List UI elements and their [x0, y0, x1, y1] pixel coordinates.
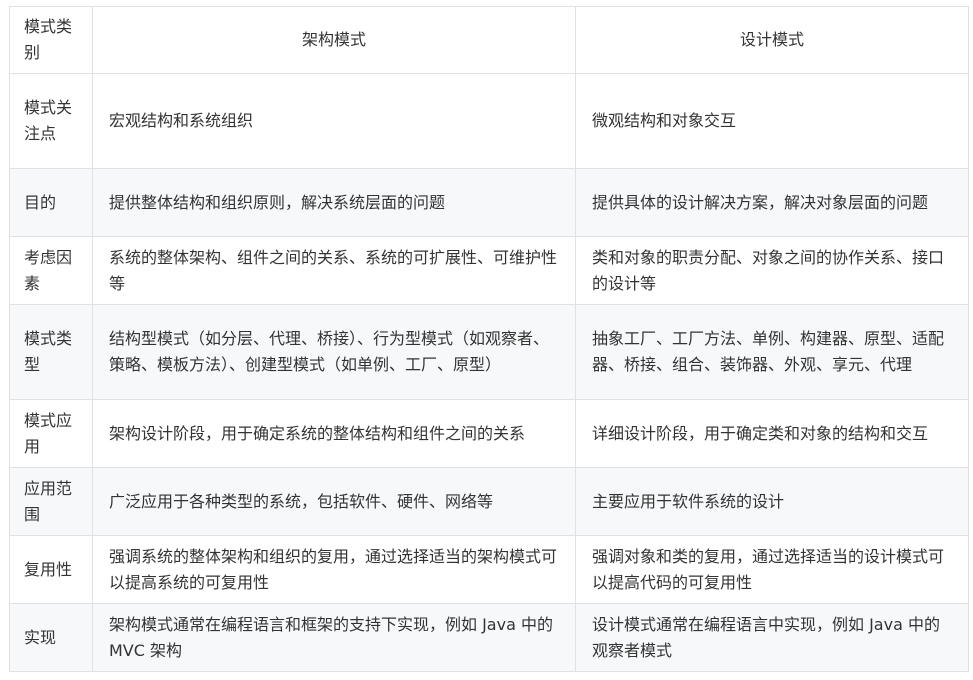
design-cell: 设计模式通常在编程语言中实现，例如 Java 中的观察者模式 — [575, 603, 969, 672]
design-cell: 微观结构和对象交互 — [575, 73, 969, 169]
row-label: 模式类型 — [9, 304, 93, 400]
table-row: 复用性 强调系统的整体架构和组织的复用，通过选择适当的架构模式可以提高系统的可复… — [9, 535, 969, 604]
row-label: 考虑因素 — [9, 236, 93, 305]
table-row: 模式应用 架构设计阶段，用于确定系统的整体结构和组件之间的关系 详细设计阶段，用… — [9, 399, 969, 468]
row-label: 模式应用 — [9, 399, 93, 468]
design-cell: 抽象工厂、工厂方法、单例、构建器、原型、适配器、桥接、组合、装饰器、外观、享元、… — [575, 304, 969, 400]
header-design-pattern: 设计模式 — [575, 6, 969, 74]
table-row: 实现 架构模式通常在编程语言和框架的支持下实现，例如 Java 中的 MVC 架… — [9, 603, 969, 672]
row-label: 模式关注点 — [9, 73, 93, 169]
design-cell: 提供具体的设计解决方案，解决对象层面的问题 — [575, 168, 969, 237]
architecture-cell: 架构设计阶段，用于确定系统的整体结构和组件之间的关系 — [92, 399, 576, 468]
header-row: 模式类别 架构模式 设计模式 — [9, 6, 969, 74]
design-cell: 强调对象和类的复用，通过选择适当的设计模式可以提高代码的可复用性 — [575, 535, 969, 604]
table-row: 考虑因素 系统的整体架构、组件之间的关系、系统的可扩展性、可维护性等 类和对象的… — [9, 236, 969, 305]
design-cell: 类和对象的职责分配、对象之间的协作关系、接口的设计等 — [575, 236, 969, 305]
table-row: 模式关注点 宏观结构和系统组织 微观结构和对象交互 — [9, 73, 969, 169]
table-body: 模式关注点 宏观结构和系统组织 微观结构和对象交互 目的 提供整体结构和组织原则… — [9, 73, 969, 672]
architecture-cell: 提供整体结构和组织原则，解决系统层面的问题 — [92, 168, 576, 237]
row-label: 目的 — [9, 168, 93, 237]
design-cell: 主要应用于软件系统的设计 — [575, 467, 969, 536]
row-label: 应用范围 — [9, 467, 93, 536]
architecture-cell: 系统的整体架构、组件之间的关系、系统的可扩展性、可维护性等 — [92, 236, 576, 305]
design-cell: 详细设计阶段，用于确定类和对象的结构和交互 — [575, 399, 969, 468]
row-label: 复用性 — [9, 535, 93, 604]
header-category: 模式类别 — [9, 6, 93, 74]
architecture-cell: 架构模式通常在编程语言和框架的支持下实现，例如 Java 中的 MVC 架构 — [92, 603, 576, 672]
comparison-table: 模式类别 架构模式 设计模式 模式关注点 宏观结构和系统组织 微观结构和对象交互… — [9, 6, 969, 672]
architecture-cell: 广泛应用于各种类型的系统，包括软件、硬件、网络等 — [92, 467, 576, 536]
table-row: 应用范围 广泛应用于各种类型的系统，包括软件、硬件、网络等 主要应用于软件系统的… — [9, 467, 969, 536]
architecture-cell: 强调系统的整体架构和组织的复用，通过选择适当的架构模式可以提高系统的可复用性 — [92, 535, 576, 604]
header-architecture-pattern: 架构模式 — [92, 6, 576, 74]
architecture-cell: 结构型模式（如分层、代理、桥接）、行为型模式（如观察者、策略、模板方法）、创建型… — [92, 304, 576, 400]
table-header: 模式类别 架构模式 设计模式 — [9, 6, 969, 74]
row-label: 实现 — [9, 603, 93, 672]
table-row: 目的 提供整体结构和组织原则，解决系统层面的问题 提供具体的设计解决方案，解决对… — [9, 168, 969, 237]
table-row: 模式类型 结构型模式（如分层、代理、桥接）、行为型模式（如观察者、策略、模板方法… — [9, 304, 969, 400]
architecture-cell: 宏观结构和系统组织 — [92, 73, 576, 169]
